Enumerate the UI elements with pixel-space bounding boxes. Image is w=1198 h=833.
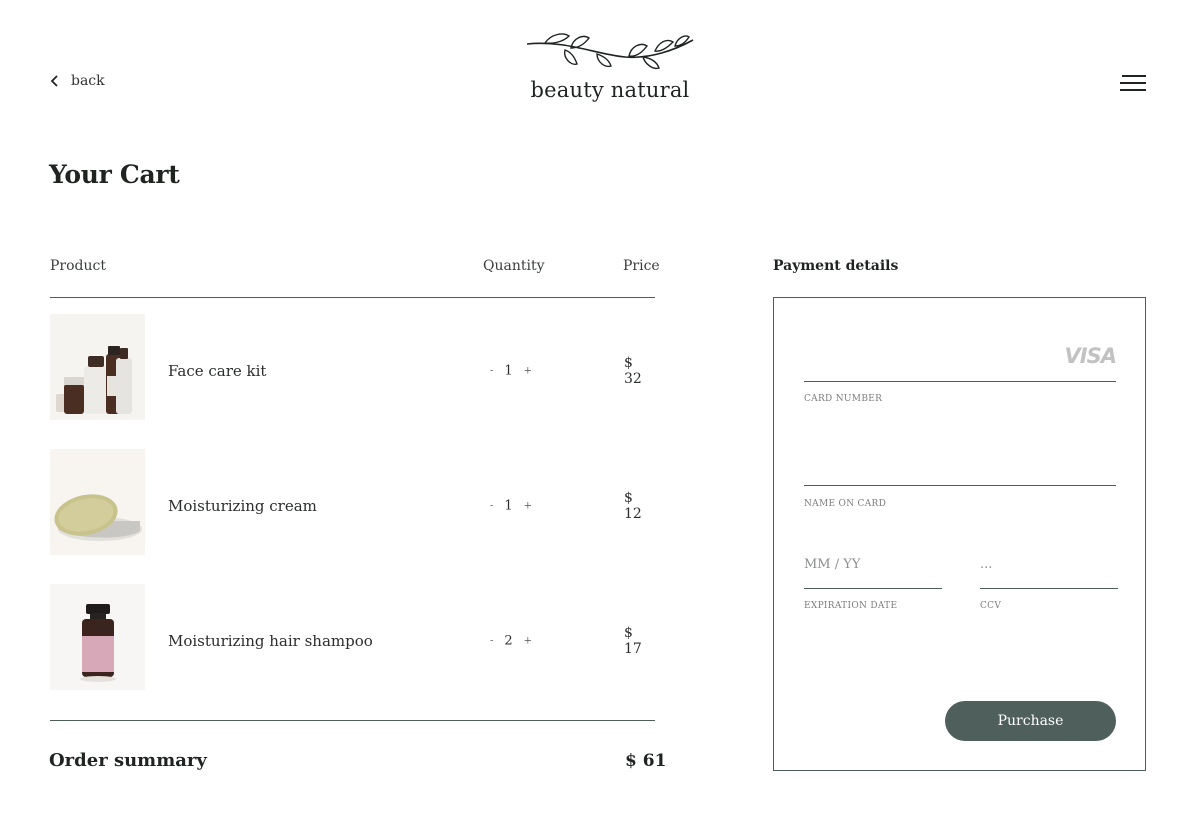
item-price: $ 32 bbox=[624, 355, 642, 387]
decrease-quantity-button[interactable]: - bbox=[489, 366, 494, 377]
cart-item: Face care kit - 1 + $ 32 bbox=[50, 314, 655, 420]
ccv-input[interactable]: ... bbox=[980, 557, 992, 572]
leaf-branch-icon bbox=[526, 33, 694, 70]
order-summary-total: $ 61 bbox=[625, 751, 667, 771]
name-on-card-field[interactable] bbox=[804, 485, 1116, 486]
increase-quantity-button[interactable]: + bbox=[523, 366, 533, 377]
divider bbox=[50, 720, 655, 721]
product-name: Face care kit bbox=[168, 362, 267, 380]
purchase-button[interactable]: Purchase bbox=[945, 701, 1116, 741]
ccv-underline bbox=[980, 588, 1118, 589]
item-price: $ 12 bbox=[624, 490, 642, 522]
card-number-field[interactable] bbox=[804, 381, 1116, 382]
payment-details-title: Payment details bbox=[773, 258, 899, 274]
quantity-value: 2 bbox=[504, 633, 513, 649]
cart-item: Moisturizing cream - 1 + $ 12 bbox=[50, 449, 655, 555]
expiration-date-label: EXPIRATION DATE bbox=[804, 601, 898, 611]
expiration-date-input[interactable]: MM / YY bbox=[804, 557, 860, 572]
quantity-value: 1 bbox=[504, 363, 513, 379]
chevron-left-icon bbox=[50, 75, 58, 87]
card-number-label: CARD NUMBER bbox=[804, 394, 883, 404]
hamburger-menu-icon[interactable] bbox=[1118, 73, 1148, 93]
visa-logo: VISA bbox=[1064, 344, 1117, 368]
product-image-hair-shampoo bbox=[50, 584, 145, 690]
product-name: Moisturizing cream bbox=[168, 497, 317, 515]
product-name: Moisturizing hair shampoo bbox=[168, 632, 373, 650]
back-label: back bbox=[71, 73, 105, 89]
product-image-moisturizing-cream bbox=[50, 449, 145, 555]
increase-quantity-button[interactable]: + bbox=[523, 501, 533, 512]
cart-item: Moisturizing hair shampoo - 2 + $ 17 bbox=[50, 584, 655, 690]
brand-name: beauty natural bbox=[530, 78, 690, 102]
quantity-value: 1 bbox=[504, 498, 513, 514]
divider bbox=[50, 297, 655, 298]
column-header-price: Price bbox=[623, 258, 660, 274]
decrease-quantity-button[interactable]: - bbox=[489, 501, 494, 512]
ccv-label: CCV bbox=[980, 601, 1002, 611]
brand-logo[interactable]: beauty natural bbox=[500, 30, 720, 102]
quantity-stepper: - 2 + bbox=[486, 634, 536, 649]
quantity-stepper: - 1 + bbox=[486, 364, 536, 379]
item-price: $ 17 bbox=[624, 625, 642, 657]
page-title: Your Cart bbox=[49, 160, 180, 189]
back-link[interactable]: back bbox=[48, 72, 105, 90]
order-summary-label: Order summary bbox=[49, 750, 207, 771]
name-on-card-label: NAME ON CARD bbox=[804, 499, 887, 509]
product-image-face-care-kit bbox=[50, 314, 145, 420]
payment-card-panel: VISA CARD NUMBER NAME ON CARD MM / YY EX… bbox=[773, 297, 1146, 771]
increase-quantity-button[interactable]: + bbox=[523, 636, 533, 647]
decrease-quantity-button[interactable]: - bbox=[489, 636, 494, 647]
column-header-quantity: Quantity bbox=[483, 258, 545, 274]
quantity-stepper: - 1 + bbox=[486, 499, 536, 514]
column-header-product: Product bbox=[50, 258, 106, 274]
expiration-date-underline bbox=[804, 588, 942, 589]
